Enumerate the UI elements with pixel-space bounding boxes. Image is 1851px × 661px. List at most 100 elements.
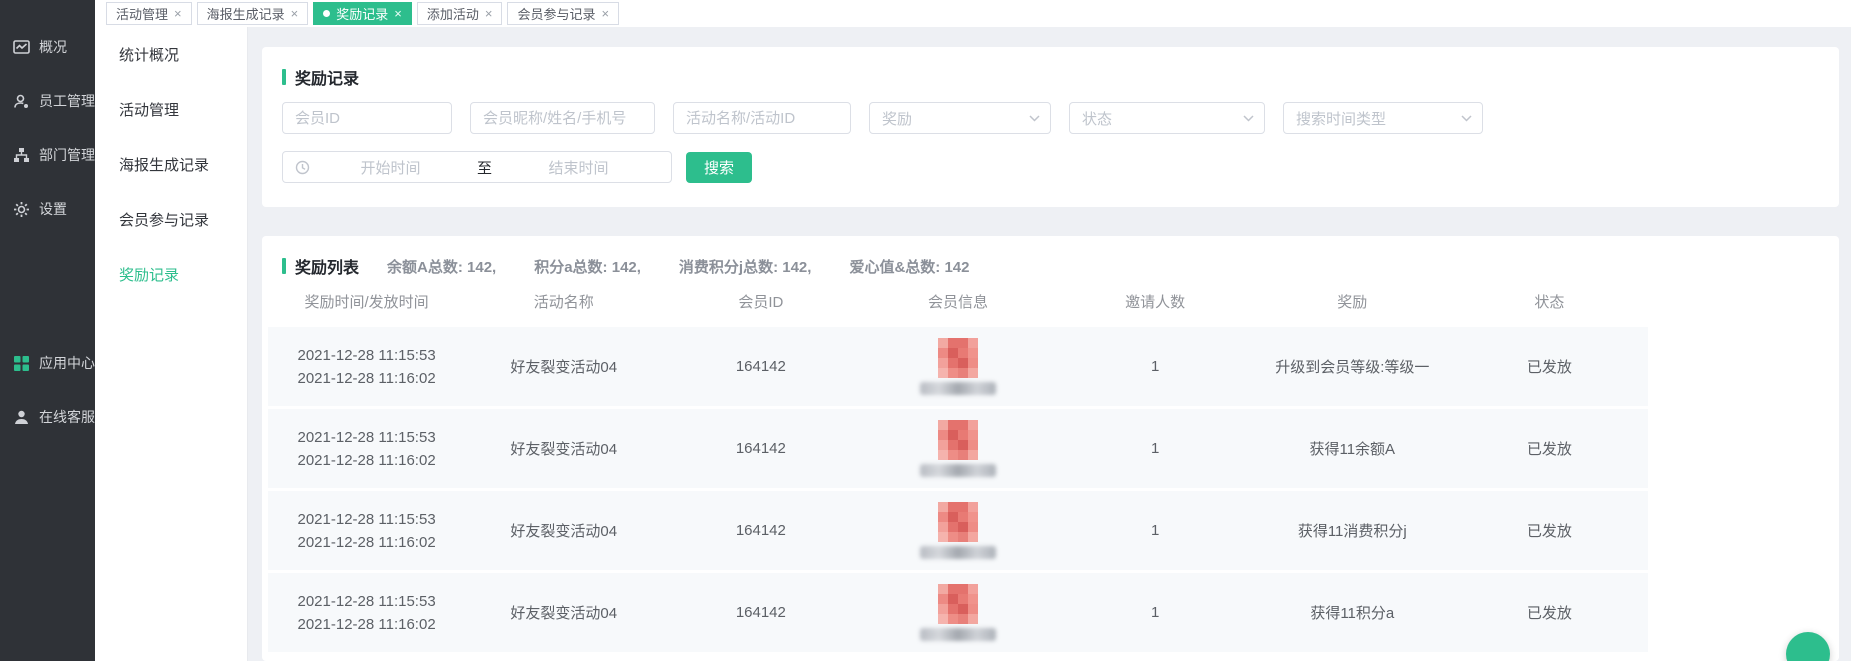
tab-reward-records[interactable]: 奖励记录 [313,2,412,25]
invite-count-cell: 1 [1057,406,1254,488]
employee-icon [13,93,30,110]
sidebar-item-departments[interactable]: 部门管理 [0,128,95,182]
member-info-cell [859,324,1056,406]
customer-service-icon [13,409,30,426]
start-time-input[interactable]: 开始时间 [310,157,471,178]
col-reward-time: 奖励时间/发放时间 [268,278,465,324]
subnav-label: 活动管理 [119,99,179,120]
chevron-down-icon [1029,115,1040,122]
select-placeholder: 搜索时间类型 [1296,108,1386,129]
tab-add-activity[interactable]: 添加活动 [417,2,503,25]
search-panel: 奖励记录 奖励 状态 [262,47,1839,207]
member-id-cell: 164142 [662,488,859,570]
subnav-label: 会员参与记录 [119,209,209,230]
col-member-info: 会员信息 [859,278,1056,324]
member-name-blurred [920,464,996,477]
chart-icon [13,39,30,56]
end-time-input[interactable]: 结束时间 [498,157,659,178]
table-row: 2021-12-28 11:15:532021-12-28 11:16:02 好… [268,488,1648,570]
status-cell: 已发放 [1451,570,1648,652]
totals-summary: 余额A总数: 142, 积分a总数: 142, 消费积分j总数: 142, 爱心… [387,256,969,277]
tab-member-participation[interactable]: 会员参与记录 [507,2,619,25]
tab-close-icon[interactable] [291,6,299,21]
title-accent-bar [282,69,286,85]
invite-count-cell: 1 [1057,570,1254,652]
reward-cell: 获得11消费积分j [1254,488,1451,570]
subnav-item-stats-overview[interactable]: 统计概况 [95,27,247,82]
col-member-id: 会员ID [662,278,859,324]
sidebar-item-app-center[interactable]: 应用中心 [0,336,95,390]
reward-select[interactable]: 奖励 [869,102,1051,134]
subnav-label: 统计概况 [119,44,179,65]
app-grid-icon [13,355,30,372]
subnav-item-reward-records[interactable]: 奖励记录 [95,247,247,302]
col-activity-name: 活动名称 [465,278,662,324]
sidebar-item-online-service[interactable]: 在线客服 [0,390,95,444]
sidebar-item-label: 设置 [39,199,67,219]
member-name-blurred [920,628,996,641]
sidebar-item-settings[interactable]: 设置 [0,182,95,236]
list-title: 奖励列表 [295,254,359,278]
reward-time-cell: 2021-12-28 11:15:532021-12-28 11:16:02 [268,406,465,488]
tab-close-icon[interactable] [394,6,402,21]
tab-label: 会员参与记录 [517,4,595,23]
member-avatar-pixelated [938,338,978,378]
app-window: 概况 员工管理 部门管理 设置 应用中心 [0,0,1851,661]
status-select[interactable]: 状态 [1069,102,1265,134]
subnav-item-member-participation[interactable]: 会员参与记录 [95,192,247,247]
department-icon [13,147,30,164]
sidebar-item-employees[interactable]: 员工管理 [0,74,95,128]
tab-activity-management[interactable]: 活动管理 [106,2,192,25]
date-range-picker[interactable]: 开始时间 至 结束时间 [282,151,672,183]
tab-close-icon[interactable] [601,6,609,21]
col-reward: 奖励 [1254,278,1451,324]
gear-icon [13,201,30,218]
activity-name-id-input[interactable] [673,102,851,134]
secondary-sidebar: 统计概况 活动管理 海报生成记录 会员参与记录 奖励记录 [95,27,248,661]
member-id-cell: 164142 [662,570,859,652]
date-filter-row: 开始时间 至 结束时间 搜索 [282,151,1819,183]
reward-time-cell: 2021-12-28 11:15:532021-12-28 11:16:02 [268,488,465,570]
activity-cell: 好友裂变活动04 [465,488,662,570]
member-id-cell: 164142 [662,406,859,488]
chevron-down-icon [1461,115,1472,122]
member-avatar-pixelated [938,584,978,624]
tab-close-icon[interactable] [485,6,493,21]
member-avatar-pixelated [938,502,978,542]
status-cell: 已发放 [1451,406,1648,488]
search-button[interactable]: 搜索 [686,152,752,183]
subnav-item-poster-records[interactable]: 海报生成记录 [95,137,247,192]
primary-sidebar: 概况 员工管理 部门管理 设置 应用中心 [0,0,95,661]
subnav-item-activity-management[interactable]: 活动管理 [95,82,247,137]
member-name-blurred [920,382,996,395]
member-info-cell [859,406,1056,488]
total-balance-a: 余额A总数: 142, [387,256,496,277]
member-name-phone-input[interactable] [470,102,655,134]
invite-count-cell: 1 [1057,488,1254,570]
filter-row: 奖励 状态 搜索时间类型 [282,102,1819,134]
activity-cell: 好友裂变活动04 [465,406,662,488]
subnav-label: 海报生成记录 [119,154,209,175]
reward-cell: 获得11积分a [1254,570,1451,652]
chevron-down-icon [1243,115,1254,122]
sidebar-item-overview[interactable]: 概况 [0,20,95,74]
subnav-label: 奖励记录 [119,264,179,285]
tab-bar: 活动管理 海报生成记录 奖励记录 添加活动 会员参与记录 [95,0,1851,27]
member-info-cell [859,488,1056,570]
table-row: 2021-12-28 11:15:532021-12-28 11:16:02 好… [268,570,1648,652]
search-time-type-select[interactable]: 搜索时间类型 [1283,102,1483,134]
tab-label: 海报生成记录 [207,4,285,23]
total-points-a: 积分a总数: 142, [534,256,641,277]
sidebar-item-label: 概况 [39,37,67,57]
tab-close-icon[interactable] [174,6,182,21]
sidebar-item-label: 在线客服 [39,407,95,427]
table-row: 2021-12-28 11:15:532021-12-28 11:16:02 好… [268,406,1648,488]
total-love-value: 爱心值&总数: 142 [849,256,969,277]
tab-poster-records[interactable]: 海报生成记录 [197,2,309,25]
member-info-cell [859,570,1056,652]
sidebar-item-label: 应用中心 [39,353,95,373]
invite-count-cell: 1 [1057,324,1254,406]
member-id-input[interactable] [282,102,452,134]
member-avatar-pixelated [938,420,978,460]
date-range-separator: 至 [471,157,498,178]
